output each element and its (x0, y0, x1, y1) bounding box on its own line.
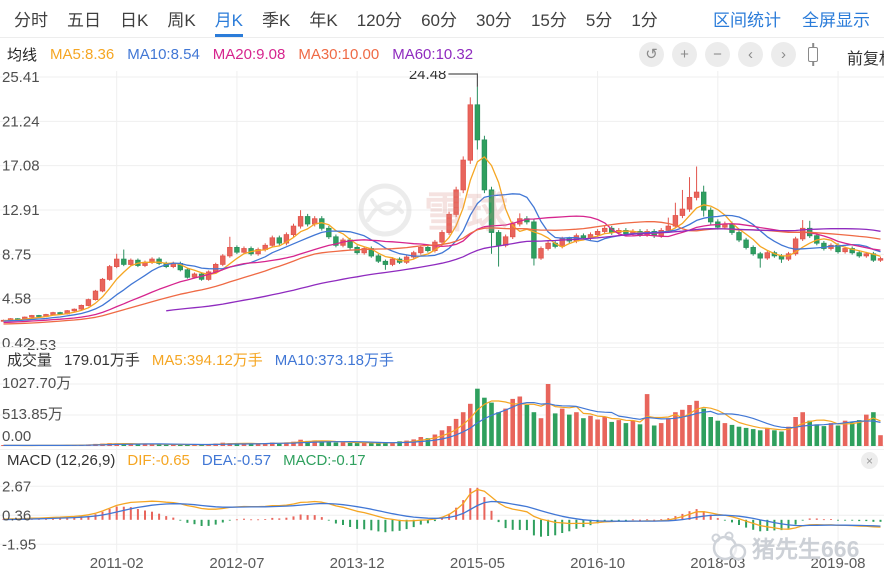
svg-text:2015-05: 2015-05 (450, 555, 505, 572)
stock-app-window: { "toolbar": { "tabs": [ {"label":"分时","… (0, 0, 884, 585)
macd-pane-header: MACD (12,26,9) DIF:-0.65 DEA:-0.57 MACD:… (0, 449, 884, 470)
macd-dea-value: DEA:-0.57 (202, 452, 271, 469)
macd-dif-value: DIF:-0.65 (127, 452, 190, 469)
svg-text:2012-07: 2012-07 (209, 555, 264, 572)
tab-yearly[interactable]: 年K (309, 0, 337, 37)
svg-text:17.08: 17.08 (2, 158, 40, 175)
macd-dif-line (4, 490, 881, 530)
link-fullscreen[interactable]: 全屏显示 (802, 6, 870, 31)
ma20-value: MA20:9.08 (213, 46, 286, 63)
svg-text:4.58: 4.58 (2, 291, 31, 308)
svg-text:2016-10: 2016-10 (570, 555, 625, 572)
ma5-value: MA5:8.36 (50, 46, 114, 63)
volume-current-value: 179.01万手 (64, 349, 140, 370)
svg-text:0.36: 0.36 (2, 507, 31, 524)
svg-text:2011-02: 2011-02 (90, 555, 144, 572)
ma-legend-title: 均线 (7, 44, 37, 65)
zoom-out-icon[interactable]: − (705, 42, 730, 67)
svg-text:1027.70万: 1027.70万 (2, 375, 71, 392)
tab-120min[interactable]: 120分 (357, 0, 402, 37)
macd-bar-value: MACD:-0.17 (283, 452, 366, 469)
link-range-stats[interactable]: 区间统计 (713, 6, 781, 31)
volume-ma5-value: MA5:394.12万手 (152, 349, 263, 370)
svg-text:2013-12: 2013-12 (330, 555, 385, 572)
nav-links: 区间统计 全屏显示 (713, 0, 870, 37)
ma-legend-row: 均线 MA5:8.36 MA10:8.54 MA20:9.08 MA30:10.… (0, 38, 884, 71)
tab-minute[interactable]: 分时 (14, 0, 48, 37)
zoom-in-icon[interactable]: + (672, 42, 697, 67)
svg-text:25.41: 25.41 (2, 69, 40, 86)
kline-style-icon[interactable] (808, 47, 818, 62)
date-axis: 2011-022012-072013-122015-052016-102018-… (90, 555, 866, 572)
svg-text:猪先生666: 猪先生666 (752, 536, 859, 562)
tab-monthly[interactable]: 月K (215, 0, 243, 37)
chart-toolbar: ↺ + − ‹ › (639, 42, 822, 67)
tab-15min[interactable]: 15分 (531, 0, 567, 37)
volume-pane-header: 成交量 179.01万手 MA5:394.12万手 MA10:373.18万手 (0, 347, 884, 371)
tab-daily[interactable]: 日K (120, 0, 148, 37)
period-tab-bar: 分时 五日 日K 周K 月K 季K 年K 120分 60分 30分 15分 5分… (0, 0, 884, 38)
tab-1min[interactable]: 1分 (631, 0, 657, 37)
macd-title: MACD (12,26,9) (7, 452, 115, 469)
svg-text:0.00: 0.00 (2, 428, 31, 445)
svg-text:-1.95: -1.95 (2, 536, 36, 553)
tab-60min[interactable]: 60分 (421, 0, 457, 37)
svg-text:雪球: 雪球 (424, 189, 509, 236)
tab-quarterly[interactable]: 季K (262, 0, 290, 37)
pan-left-icon[interactable]: ‹ (738, 42, 763, 67)
macd-histogram (3, 488, 882, 537)
tab-5day[interactable]: 五日 (67, 0, 101, 37)
tab-weekly[interactable]: 周K (167, 0, 195, 37)
volume-ma10-line (4, 403, 881, 446)
ma30-value: MA30:10.00 (298, 46, 379, 63)
tab-30min[interactable]: 30分 (476, 0, 512, 37)
adjust-mode-button[interactable]: 前复权 (847, 45, 884, 69)
center-watermark: 雪球 (361, 186, 509, 236)
svg-text:2.67: 2.67 (2, 478, 31, 495)
tab-5min[interactable]: 5分 (586, 0, 612, 37)
ma10-value: MA10:8.54 (127, 46, 200, 63)
close-macd-pane-icon[interactable]: × (861, 452, 878, 469)
bottom-watermark: 猪先生666 (713, 533, 860, 563)
svg-text:513.85万: 513.85万 (2, 406, 63, 423)
reset-zoom-icon[interactable]: ↺ (639, 42, 664, 67)
ma60-value: MA60:10.32 (392, 46, 473, 63)
svg-text:8.75: 8.75 (2, 246, 31, 263)
axis-labels: 25.4121.2417.0812.918.754.580.422.531027… (2, 69, 71, 553)
pan-right-icon[interactable]: › (771, 42, 796, 67)
svg-text:12.91: 12.91 (2, 202, 40, 219)
gridlines (0, 70, 884, 553)
volume-title: 成交量 (7, 349, 52, 370)
svg-text:21.24: 21.24 (2, 113, 40, 130)
stock-chart[interactable]: 25.4121.2417.0812.918.754.580.422.531027… (0, 0, 884, 585)
volume-ma10-value: MA10:373.18万手 (275, 349, 394, 370)
